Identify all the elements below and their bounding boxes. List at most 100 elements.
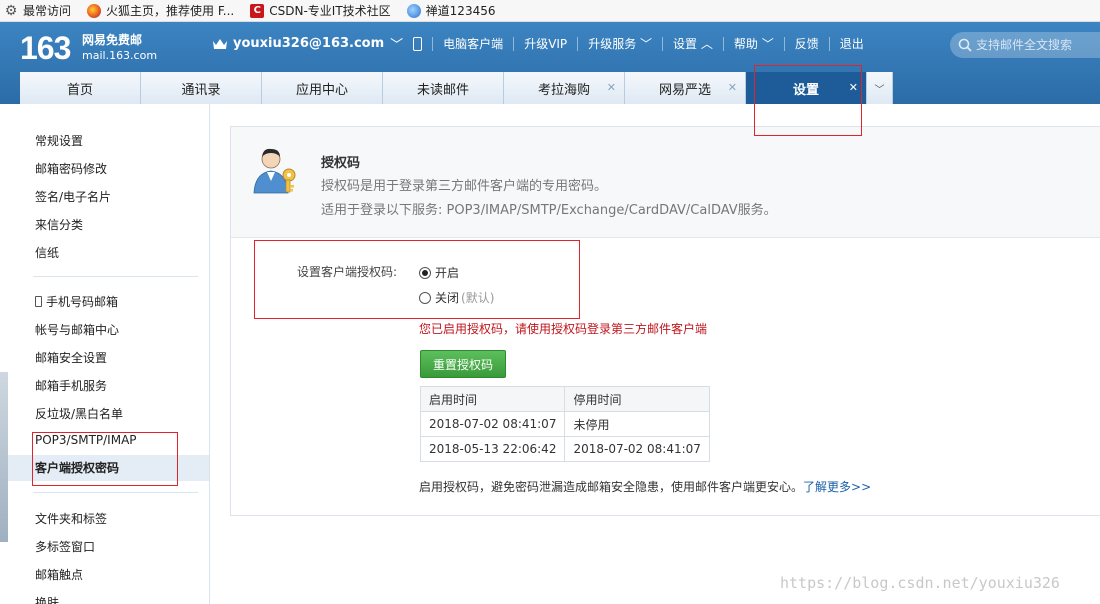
bookmark-label: 禅道123456 (425, 4, 496, 18)
chevron-down-icon: ﹀ (636, 37, 653, 51)
nav-feedback[interactable]: 反馈 (795, 35, 819, 52)
nav-label: 设置 (673, 37, 698, 51)
sidebar-item-label: 手机号码邮箱 (46, 295, 119, 309)
divider (722, 36, 724, 51)
auth-intro: 授权码 授权码是用于登录第三方邮件客户端的专用密码。 适用于登录以下服务: PO… (231, 127, 1100, 238)
annotation-box-sidebar (32, 432, 178, 486)
tab-app-center[interactable]: 应用中心 (262, 72, 383, 104)
tab-label: 首页 (66, 82, 93, 98)
learn-more-link[interactable]: 了解更多>> (803, 480, 871, 494)
auth-history-table: 启用时间 停用时间 2018-07-02 08:41:07 未停用 2018-0… (419, 386, 710, 462)
search-icon[interactable] (958, 38, 972, 52)
auth-description: 授权码是用于登录第三方邮件客户端的专用密码。 (321, 179, 608, 194)
table-cell: 未停用 (564, 411, 710, 437)
nav-upgrade-vip[interactable]: 升级VIP (524, 35, 567, 52)
sidebar-item-security[interactable]: 邮箱安全设置 (35, 349, 107, 366)
account-email: youxiu326@163.com (233, 36, 385, 51)
top-nav: youxiu326@163.com ﹀ 电脑客户端 升级VIP 升级服务 ﹀ 设… (212, 34, 864, 53)
logo-163[interactable]: 163 (20, 30, 71, 67)
crown-icon (213, 38, 227, 49)
nav-label: 升级服务 (588, 37, 637, 51)
close-icon[interactable]: ✕ (728, 81, 737, 94)
tab-label: 考拉海购 (537, 82, 590, 98)
close-icon[interactable]: ✕ (607, 81, 616, 94)
scroll-strip (0, 372, 8, 542)
phone-icon (35, 296, 42, 307)
bookmarks-bar: ⚙ 最常访问 火狐主页，推荐使用 F... C CSDN-专业IT技术社区 禅道… (0, 0, 1100, 22)
column-header: 停用时间 (564, 386, 710, 412)
mail-header: 163 网易免费邮 mail.163.com youxiu326@163.com… (0, 22, 1100, 104)
sidebar-item-antispam[interactable]: 反垃圾/黑白名单 (35, 405, 123, 422)
tab-label: 网易严选 (658, 82, 711, 98)
globe-icon (406, 3, 421, 18)
divider (783, 36, 785, 51)
annotation-box-settings-tab (754, 65, 862, 136)
table-row: 2018-05-13 22:06:42 2018-07-02 08:41:07 (419, 436, 710, 462)
account-menu[interactable]: youxiu326@163.com ﹀ (212, 34, 403, 53)
tab-unread[interactable]: 未读邮件 (383, 72, 504, 104)
tab-kaola[interactable]: 考拉海购 ✕ (504, 72, 625, 104)
auth-enabled-notice: 您已启用授权码，请使用授权码登录第三方邮件客户端 (419, 322, 708, 336)
firefox-icon (87, 3, 102, 18)
settings-sidebar: 常规设置 邮箱密码修改 签名/电子名片 来信分类 信纸 手机号码邮箱 帐号与邮箱… (0, 104, 210, 604)
sidebar-divider (33, 492, 198, 493)
chevron-down-icon: ﹀ (757, 37, 774, 51)
nav-label: 帮助 (733, 37, 758, 51)
search-box (950, 32, 1100, 58)
auth-footer-note: 启用授权码，避免密码泄漏造成邮箱安全隐患，使用邮件客户端更安心。了解更多>> (419, 478, 871, 495)
auth-services: 适用于登录以下服务: POP3/IMAP/SMTP/Exchange/CardD… (321, 203, 777, 218)
bookmark-label: CSDN-专业IT技术社区 (269, 4, 391, 18)
bookmark-csdn[interactable]: C CSDN-专业IT技术社区 (250, 2, 391, 19)
table-cell: 2018-07-02 08:41:07 (564, 436, 710, 462)
nav-upgrade-service[interactable]: 升级服务 ﹀ (588, 35, 652, 52)
table-header-row: 启用时间 停用时间 (419, 386, 710, 412)
sidebar-item-mobile-mailbox[interactable]: 手机号码邮箱 (35, 293, 118, 310)
bookmark-label: 火狐主页，推荐使用 F... (106, 4, 235, 18)
nav-help[interactable]: 帮助 ﹀ (734, 35, 774, 52)
table-row: 2018-07-02 08:41:07 未停用 (419, 411, 710, 437)
csdn-icon: C (250, 3, 265, 18)
sidebar-item-skin[interactable]: 换肤 (35, 594, 59, 604)
tab-yanxuan[interactable]: 网易严选 ✕ (625, 72, 746, 104)
nav-logout[interactable]: 退出 (840, 35, 864, 52)
sidebar-item-signature[interactable]: 签名/电子名片 (35, 188, 111, 205)
tab-contacts[interactable]: 通讯录 (141, 72, 262, 104)
divider (828, 36, 830, 51)
chevron-down-icon: ﹀ (390, 38, 404, 53)
sidebar-item-multi-tab[interactable]: 多标签窗口 (35, 538, 95, 555)
sidebar-item-folders-tags[interactable]: 文件夹和标签 (35, 510, 107, 527)
tab-home[interactable]: 首页 (20, 72, 141, 104)
sidebar-item-general[interactable]: 常规设置 (35, 132, 83, 149)
sidebar-item-account-center[interactable]: 帐号与邮箱中心 (35, 321, 119, 338)
chevron-up-icon: ︿ (697, 37, 713, 51)
tab-label: 通讯录 (181, 82, 221, 98)
divider (432, 36, 434, 51)
sidebar-item-mobile-service[interactable]: 邮箱手机服务 (35, 377, 107, 394)
search-input[interactable] (976, 38, 1096, 52)
bookmark-zentao[interactable]: 禅道123456 (406, 2, 496, 19)
logo-domain: mail.163.com (82, 49, 158, 62)
phone-icon[interactable] (413, 36, 423, 51)
sidebar-item-password[interactable]: 邮箱密码修改 (35, 160, 107, 177)
nav-settings[interactable]: 设置 ︿ (673, 35, 713, 52)
chevron-down-icon: ﹀ (874, 84, 885, 96)
bookmark-label: 最常访问 (23, 4, 72, 18)
sidebar-item-stationery[interactable]: 信纸 (35, 244, 59, 261)
tab-overflow-button[interactable]: ﹀ (867, 72, 893, 104)
tab-label: 未读邮件 (416, 82, 469, 98)
nav-desktop-client[interactable]: 电脑客户端 (443, 35, 503, 52)
sidebar-item-touchpoints[interactable]: 邮箱触点 (35, 566, 83, 583)
reset-auth-code-button[interactable]: 重置授权码 (420, 350, 506, 378)
logo-text: 网易免费邮 mail.163.com (82, 33, 157, 63)
logo-title: 网易免费邮 (82, 33, 143, 47)
column-header: 启用时间 (419, 386, 566, 412)
annotation-box-auth-setting (254, 240, 580, 319)
table-cell: 2018-05-13 22:06:42 (419, 436, 566, 462)
tab-label: 应用中心 (295, 82, 348, 98)
sidebar-item-filters[interactable]: 来信分类 (35, 216, 83, 233)
sidebar-divider (33, 276, 198, 277)
bookmark-most-visited[interactable]: ⚙ 最常访问 (4, 2, 71, 19)
footer-text: 启用授权码，避免密码泄漏造成邮箱安全隐患，使用邮件客户端更安心。 (419, 480, 804, 494)
bookmark-firefox[interactable]: 火狐主页，推荐使用 F... (87, 2, 234, 19)
table-cell: 2018-07-02 08:41:07 (419, 411, 566, 437)
